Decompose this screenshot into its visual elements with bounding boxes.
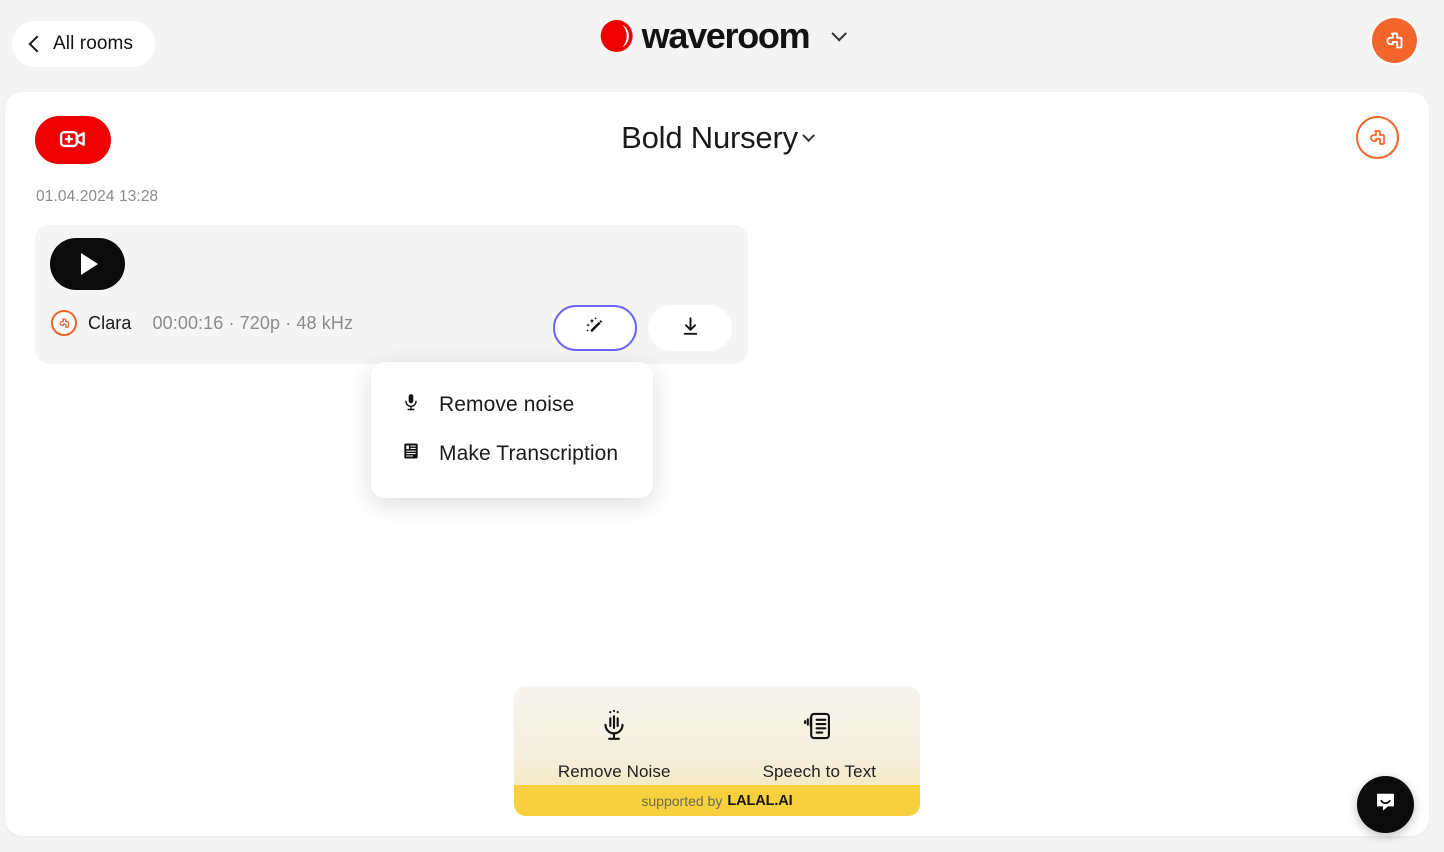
waveroom-logo-icon bbox=[600, 19, 634, 53]
recording-card: Clara 00:00:16 · 720p · 48 kHz bbox=[35, 225, 748, 364]
menu-item-label: Remove noise bbox=[439, 392, 575, 416]
lalal-promo-banner: Remove Noise Speech to Text supported by… bbox=[514, 686, 920, 816]
promo-label: Remove Noise bbox=[557, 762, 671, 781]
page-title: Bold Nursery bbox=[621, 120, 798, 155]
transcription-icon bbox=[401, 440, 421, 467]
download-icon bbox=[678, 314, 703, 342]
room-title-dropdown[interactable]: Bold Nursery bbox=[621, 120, 815, 156]
promo-speech-to-text[interactable]: Speech to Text bbox=[763, 708, 877, 782]
magic-wand-icon bbox=[582, 314, 608, 343]
intercom-chat-icon bbox=[1372, 789, 1399, 821]
promo-footer-brand: LALAL.AI bbox=[727, 792, 793, 809]
start-recording-button[interactable] bbox=[35, 116, 111, 164]
microphone-icon bbox=[401, 391, 421, 418]
all-rooms-label: All rooms bbox=[53, 33, 134, 54]
menu-item-make-transcription[interactable]: Make Transcription bbox=[371, 429, 653, 478]
account-avatar-icon[interactable] bbox=[1372, 18, 1417, 63]
recording-meta: Clara 00:00:16 · 720p · 48 kHz bbox=[51, 310, 353, 336]
play-icon bbox=[81, 253, 98, 275]
chevron-down-icon[interactable] bbox=[831, 25, 847, 41]
recording-specs: 00:00:16 · 720p · 48 kHz bbox=[152, 312, 354, 333]
top-bar: All rooms waveroom bbox=[0, 0, 1444, 88]
promo-footer[interactable]: supported by LALAL.AI bbox=[514, 785, 920, 816]
room-account-avatar-icon[interactable] bbox=[1356, 116, 1399, 159]
session-timestamp: 01.04.2024 13:28 bbox=[36, 188, 159, 205]
promo-remove-noise[interactable]: Remove Noise bbox=[558, 708, 671, 782]
chevron-left-icon bbox=[28, 35, 46, 53]
room-panel: Bold Nursery 01.04.2024 13:28 Clara 00:0… bbox=[5, 92, 1429, 836]
speaker-avatar-icon bbox=[51, 310, 77, 336]
promo-actions: Remove Noise Speech to Text bbox=[514, 686, 920, 782]
chevron-down-icon[interactable] bbox=[802, 128, 815, 142]
brand-name: waveroom bbox=[641, 15, 811, 56]
enhance-dropdown-menu: Remove noise Make Transcription bbox=[371, 362, 653, 498]
video-plus-icon bbox=[58, 124, 88, 157]
menu-item-label: Make Transcription bbox=[439, 441, 619, 465]
speech-to-text-icon bbox=[802, 708, 836, 749]
download-button[interactable] bbox=[648, 305, 732, 351]
menu-item-remove-noise[interactable]: Remove noise bbox=[371, 380, 653, 429]
speaker-name: Clara bbox=[88, 312, 132, 333]
play-button[interactable] bbox=[50, 238, 125, 290]
promo-footer-prefix: supported by bbox=[641, 792, 723, 809]
brand-logo[interactable]: waveroom bbox=[600, 15, 847, 56]
recording-actions bbox=[553, 305, 732, 351]
support-chat-button[interactable] bbox=[1357, 776, 1414, 833]
enhance-button[interactable] bbox=[553, 305, 637, 351]
noise-microphone-icon bbox=[597, 708, 631, 749]
all-rooms-button[interactable]: All rooms bbox=[12, 21, 156, 67]
promo-label: Speech to Text bbox=[762, 762, 877, 781]
